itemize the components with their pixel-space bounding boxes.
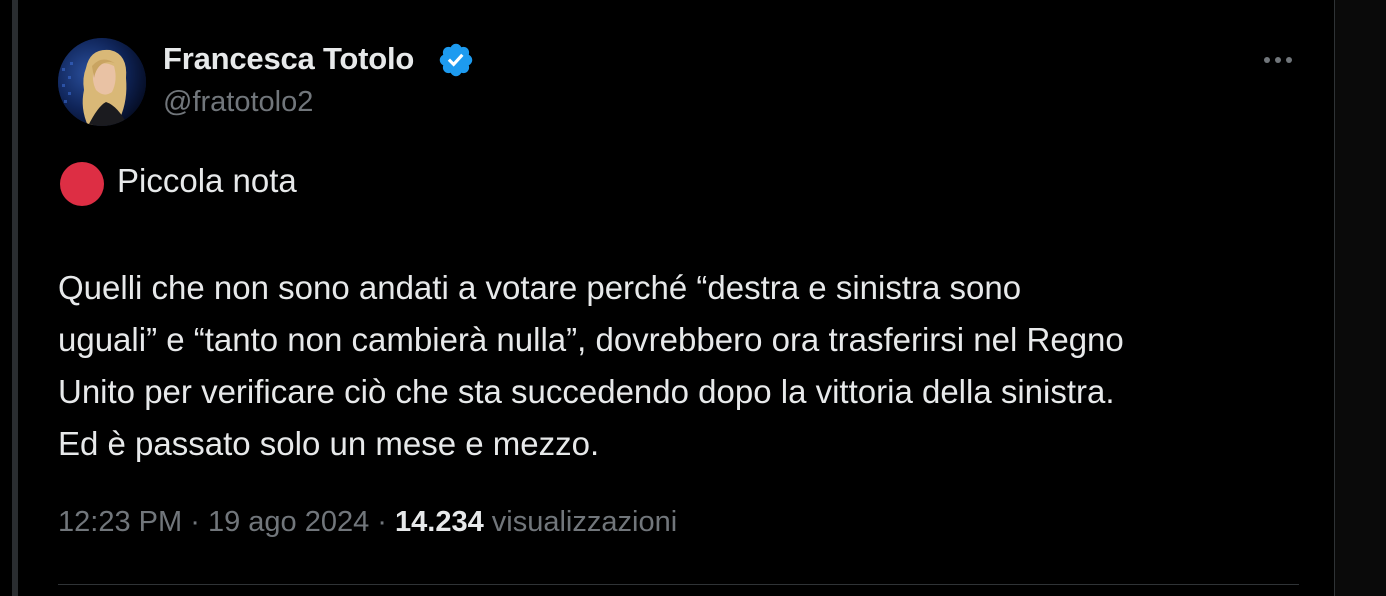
verified-badge-icon [439,43,473,77]
timeline-right-gutter [1334,0,1386,596]
note-label: Piccola nota [117,162,297,199]
tweet-text-line: Quelli che non sono andati a votare perc… [58,269,1022,306]
tweet-date[interactable]: 19 ago 2024 [208,506,369,538]
author-handle[interactable]: @fratotolo2 [163,86,313,119]
divider [58,584,1299,585]
timeline-left-border [12,0,18,596]
red-circle-icon [60,162,104,206]
tweet-text: Quelli che non sono andati a votare perc… [58,262,1318,470]
views-label: visualizzazioni [491,506,678,538]
tweet-text-line: Unito per verificare ciò che sta succede… [58,373,1115,410]
author-display-name[interactable]: Francesca Totolo [163,41,414,77]
views-count: 14.234 [395,506,484,538]
tweet-time[interactable]: 12:23 PM [58,506,182,538]
more-horizontal-icon[interactable] [1258,46,1298,74]
meta-separator: · [377,506,387,538]
tweet-screen: Francesca Totolo @fratotolo2 Piccola not… [0,0,1386,596]
meta-separator: · [190,506,200,538]
tweet-meta: 12:23 PM · 19 ago 2024 · 14.234 visualiz… [58,506,677,539]
avatar-image [58,38,146,126]
tweet-text-line: uguali” e “tanto non cambierà nulla”, do… [58,321,1124,358]
tweet-text-line: Ed è passato solo un mese e mezzo. [58,425,600,462]
avatar[interactable] [58,38,146,126]
